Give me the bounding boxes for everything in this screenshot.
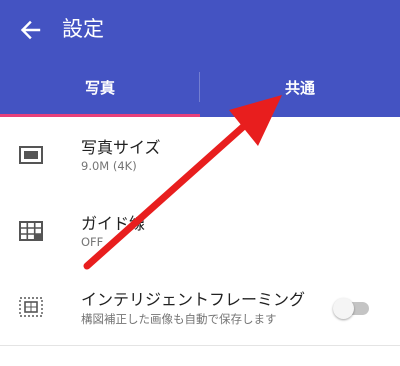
tab-common[interactable]: 共通 <box>200 57 400 117</box>
page-title: 設定 <box>62 17 104 41</box>
grid-guide-icon <box>19 221 43 241</box>
toggle-knob <box>333 298 354 319</box>
framing-toggle[interactable] <box>333 297 371 319</box>
setting-title: ガイド線 <box>81 214 146 233</box>
arrow-left-icon <box>20 20 41 40</box>
tab-photo[interactable]: 写真 <box>0 57 200 117</box>
framing-icon <box>19 297 43 317</box>
tab-common-label: 共通 <box>284 78 315 97</box>
settings-screen: 設定 写真 共通 写真サイズ 9.0M (4K) ガイド線 OFF インテリジェ… <box>0 0 400 366</box>
setting-row-intelligent-framing[interactable]: インテリジェントフレーミング 構図補正した画像も自動で保存します <box>0 269 400 346</box>
setting-title: 写真サイズ <box>81 138 161 157</box>
setting-row-guide-lines[interactable]: ガイド線 OFF <box>0 193 400 270</box>
app-bar: 設定 <box>0 0 400 57</box>
setting-description: 構図補正した画像も自動で保存します <box>81 312 277 326</box>
setting-value: 9.0M (4K) <box>81 159 137 173</box>
tab-photo-label: 写真 <box>84 78 115 97</box>
setting-row-picture-size[interactable]: 写真サイズ 9.0M (4K) <box>0 117 400 194</box>
setting-title: インテリジェントフレーミング <box>81 290 306 309</box>
picture-size-icon <box>19 146 43 164</box>
tab-bar: 写真 共通 <box>0 57 400 117</box>
setting-value: OFF <box>81 235 104 249</box>
back-button[interactable] <box>14 14 46 46</box>
